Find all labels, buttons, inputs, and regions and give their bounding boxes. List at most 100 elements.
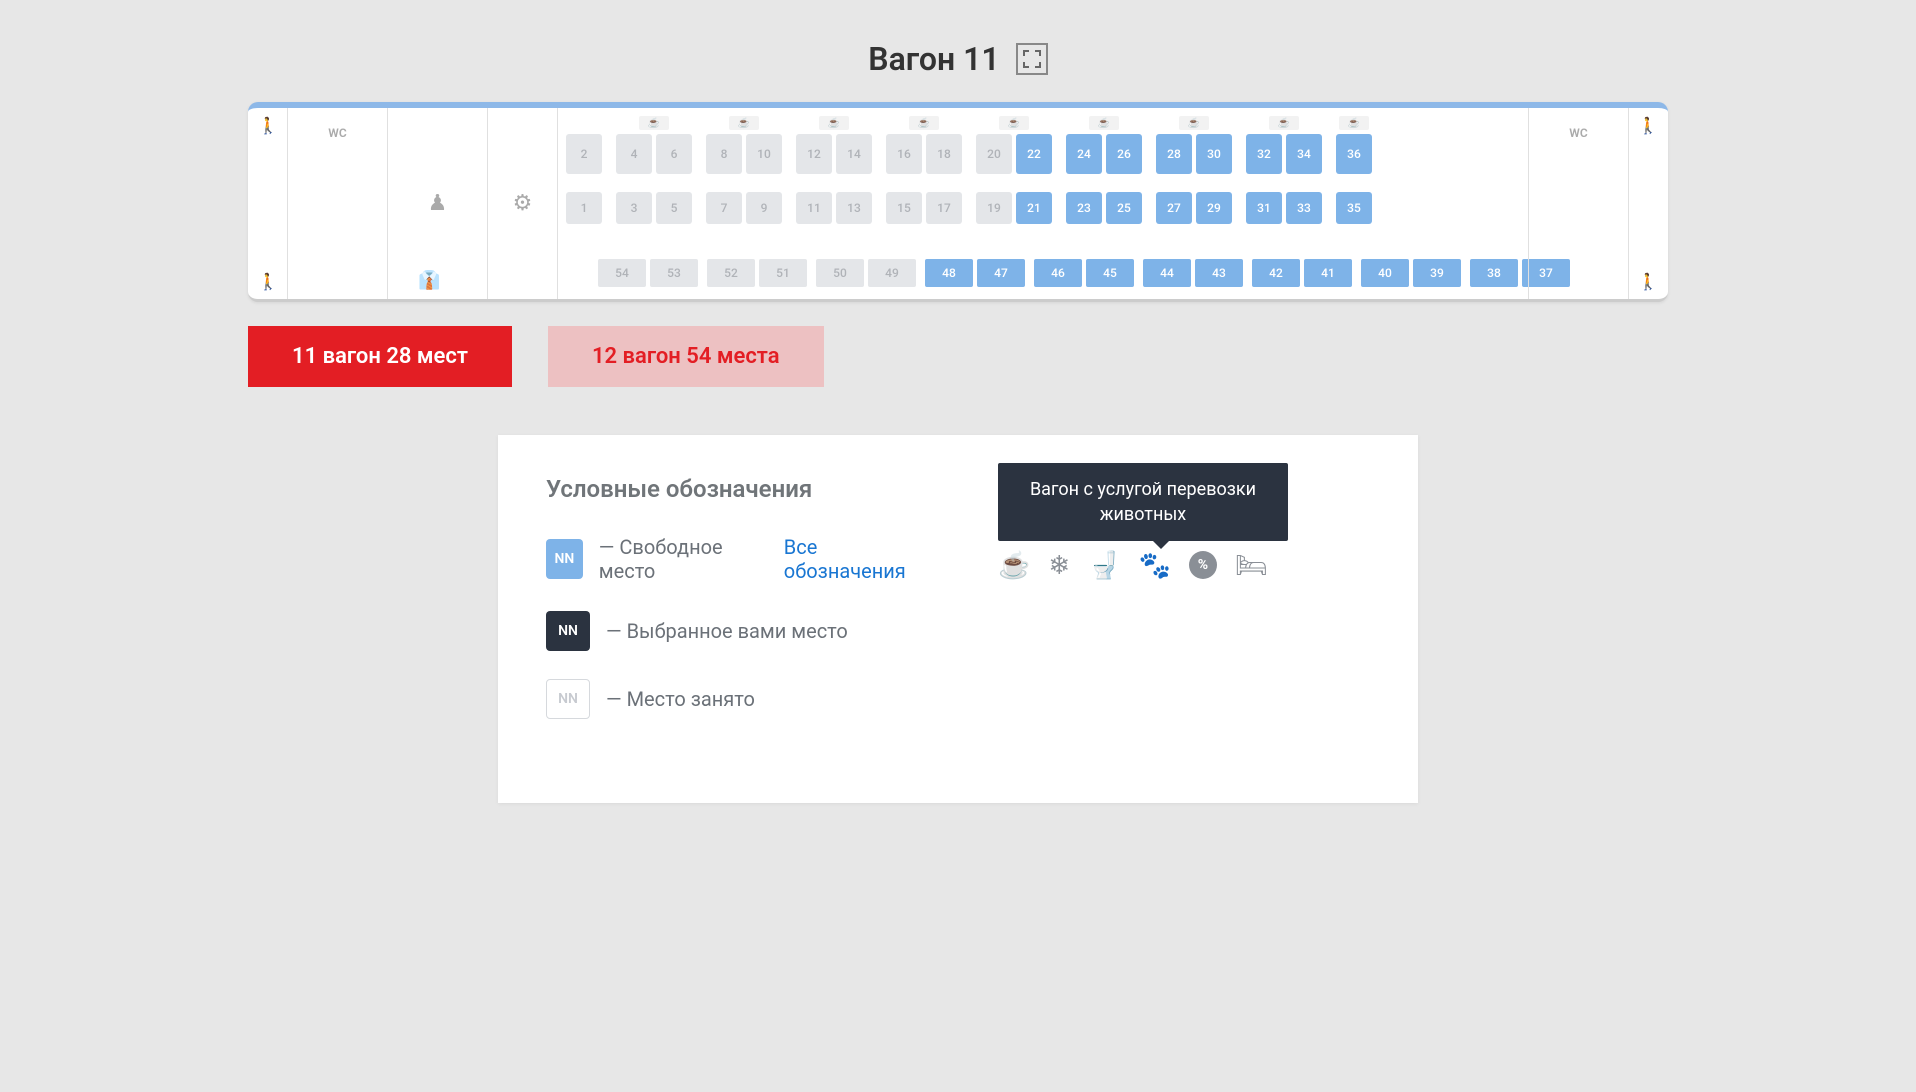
seat-9: 9 <box>746 192 782 224</box>
pets-icon[interactable]: 🐾 <box>1139 551 1171 581</box>
seat-53: 53 <box>650 259 698 287</box>
bedding-icon[interactable]: 🛏 <box>1235 551 1268 581</box>
table-icon: ☕ <box>819 116 849 130</box>
tab-car-12[interactable]: 12 вагон 54 места <box>548 326 824 387</box>
seat-34[interactable]: 34 <box>1286 134 1322 174</box>
compartment: ☕32313433 <box>1246 120 1322 220</box>
seat-30[interactable]: 30 <box>1196 134 1232 174</box>
side-pair: 4645 <box>1034 259 1134 287</box>
compartment: ☕12111413 <box>796 120 872 220</box>
legend-occupied-label: — Место занято <box>606 687 755 711</box>
seat-25[interactable]: 25 <box>1106 192 1142 224</box>
seat-41[interactable]: 41 <box>1304 259 1352 287</box>
seat-4: 4 <box>616 134 652 174</box>
compartment: ☕4365 <box>616 120 692 220</box>
car-tabs: 11 вагон 28 мест 12 вагон 54 места <box>248 326 1668 387</box>
seat-29[interactable]: 29 <box>1196 192 1232 224</box>
tab-car-11[interactable]: 11 вагон 28 мест <box>248 326 512 387</box>
seat-12: 12 <box>796 134 832 174</box>
seat-36[interactable]: 36 <box>1336 134 1372 174</box>
seat-21[interactable]: 21 <box>1016 192 1052 224</box>
exit-icon: 🚶 <box>1638 272 1658 291</box>
seat-8: 8 <box>706 134 742 174</box>
discount-icon[interactable]: % <box>1189 551 1217 579</box>
seat-47[interactable]: 47 <box>977 259 1025 287</box>
seating-zone: 21☕4365☕87109☕12111413☕16151817☕20192221… <box>558 108 1528 299</box>
seat-3: 3 <box>616 192 652 224</box>
table-icon: ☕ <box>1339 116 1369 130</box>
seat-40[interactable]: 40 <box>1361 259 1409 287</box>
left-vestibule: 🚶 🚶 <box>248 108 288 299</box>
seat-1: 1 <box>566 192 602 224</box>
seat-23[interactable]: 23 <box>1066 192 1102 224</box>
side-pair: 4847 <box>925 259 1025 287</box>
side-pair: 4241 <box>1252 259 1352 287</box>
seat-54: 54 <box>598 259 646 287</box>
seat-35[interactable]: 35 <box>1336 192 1372 224</box>
swatch-selected: NN <box>546 611 590 651</box>
seat-49: 49 <box>868 259 916 287</box>
seat-44[interactable]: 44 <box>1143 259 1191 287</box>
legend-panel: Условные обозначения NN — Свободное мест… <box>498 435 1418 803</box>
expand-button[interactable] <box>1016 43 1048 75</box>
seat-5: 5 <box>656 192 692 224</box>
wardrobe-icon: 👔 <box>418 270 440 291</box>
seat-7: 7 <box>706 192 742 224</box>
seat-13: 13 <box>836 192 872 224</box>
wc-icon[interactable]: 🚽 <box>1088 551 1120 581</box>
legend-heading: Условные обозначения <box>546 475 918 503</box>
seat-11: 11 <box>796 192 832 224</box>
compartment: ☕16151817 <box>886 120 962 220</box>
seat-28[interactable]: 28 <box>1156 134 1192 174</box>
seat-26[interactable]: 26 <box>1106 134 1142 174</box>
car-layout: 🚶 🚶 WC ♟ 👔 ⚙ 21☕4365☕87109☕12111413☕1615… <box>248 102 1668 302</box>
seat-38[interactable]: 38 <box>1470 259 1518 287</box>
compartment: ☕28273029 <box>1156 120 1232 220</box>
table-icon: ☕ <box>909 116 939 130</box>
seat-14: 14 <box>836 134 872 174</box>
seat-6: 6 <box>656 134 692 174</box>
expand-icon <box>1023 50 1041 68</box>
seat-39[interactable]: 39 <box>1413 259 1461 287</box>
wc-zone-right: WC <box>1528 108 1628 299</box>
swatch-available: NN <box>546 539 583 579</box>
seat-32[interactable]: 32 <box>1246 134 1282 174</box>
swatch-occupied: NN <box>546 679 590 719</box>
tooltip-pets: Вагон с услугой перевозки животных <box>998 463 1288 541</box>
seat-19: 19 <box>976 192 1012 224</box>
seat-33[interactable]: 33 <box>1286 192 1322 224</box>
side-pair: 5453 <box>598 259 698 287</box>
seat-22[interactable]: 22 <box>1016 134 1052 174</box>
exit-icon: 🚶 <box>258 116 278 135</box>
wc-zone-left: WC <box>288 108 388 299</box>
compartment: ☕3635 <box>1336 120 1372 220</box>
table-icon: ☕ <box>729 116 759 130</box>
seat-45[interactable]: 45 <box>1086 259 1134 287</box>
seat-31[interactable]: 31 <box>1246 192 1282 224</box>
seat-48[interactable]: 48 <box>925 259 973 287</box>
table-icon: ☕ <box>1089 116 1119 130</box>
side-pair: 4039 <box>1361 259 1461 287</box>
compartment: ☕24232625 <box>1066 120 1142 220</box>
table-icon: ☕ <box>1269 116 1299 130</box>
table-icon: ☕ <box>639 116 669 130</box>
attendant-zone: ♟ 👔 <box>388 108 488 299</box>
seat-42[interactable]: 42 <box>1252 259 1300 287</box>
seat-20: 20 <box>976 134 1012 174</box>
seat-24[interactable]: 24 <box>1066 134 1102 174</box>
ac-icon[interactable]: ❄ <box>1048 551 1070 581</box>
hot-drink-icon[interactable]: ☕ <box>998 551 1030 581</box>
seat-46[interactable]: 46 <box>1034 259 1082 287</box>
compartment: ☕20192221 <box>976 120 1052 220</box>
seat-43[interactable]: 43 <box>1195 259 1243 287</box>
all-legend-link[interactable]: Все обозначения <box>784 535 918 583</box>
compartment: ☕87109 <box>706 120 782 220</box>
seat-15: 15 <box>886 192 922 224</box>
seat-52: 52 <box>707 259 755 287</box>
legend-selected-label: — Выбранное вами место <box>606 619 848 643</box>
seat-10: 10 <box>746 134 782 174</box>
exit-icon: 🚶 <box>258 272 278 291</box>
car-title: Вагон 11 <box>868 40 999 78</box>
exit-icon: 🚶 <box>1638 116 1658 135</box>
seat-27[interactable]: 27 <box>1156 192 1192 224</box>
